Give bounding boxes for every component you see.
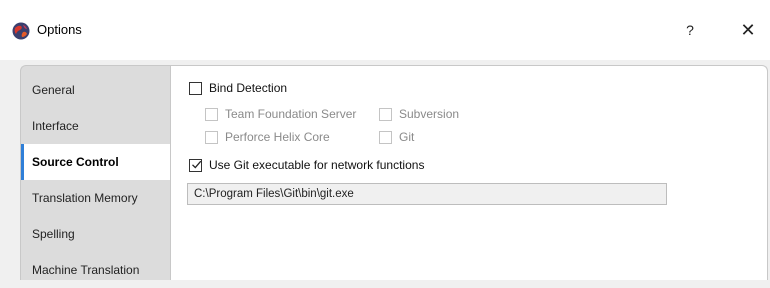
use-git-executable-label: Use Git executable for network functions [209, 158, 425, 172]
sidebar-item-spelling[interactable]: Spelling [21, 216, 171, 252]
checkmark-icon [192, 160, 202, 169]
perforce-label: Perforce Helix Core [225, 130, 330, 144]
sidebar-item-general[interactable]: General [21, 72, 171, 108]
sidebar-item-label: Interface [32, 119, 79, 133]
sidebar-item-translation-memory[interactable]: Translation Memory [21, 180, 171, 216]
sidebar-item-label: Source Control [32, 155, 119, 169]
tfs-label: Team Foundation Server [225, 107, 357, 121]
close-button[interactable]: ✕ [733, 17, 763, 43]
subversion-checkbox[interactable] [379, 108, 392, 121]
git-label: Git [399, 130, 415, 144]
sidebar-item-label: Spelling [32, 227, 75, 241]
sidebar-item-source-control[interactable]: Source Control [21, 144, 172, 180]
sidebar-item-label: General [32, 83, 75, 97]
git-checkbox[interactable] [379, 131, 392, 144]
tfs-checkbox[interactable] [205, 108, 218, 121]
app-globe-icon [12, 22, 30, 40]
title-bar: Options ? ✕ [0, 0, 770, 60]
bind-detection-label: Bind Detection [209, 81, 288, 95]
window-title: Options [37, 22, 82, 37]
subversion-label: Subversion [399, 107, 460, 121]
sidebar-item-interface[interactable]: Interface [21, 108, 171, 144]
use-git-executable-checkbox[interactable] [189, 159, 202, 172]
sidebar-item-machine-translation[interactable]: Machine Translation [21, 252, 171, 288]
perforce-checkbox[interactable] [205, 131, 218, 144]
source-control-panel: Bind Detection Team Foundation Server Su… [170, 65, 768, 280]
help-button[interactable]: ? [675, 17, 705, 43]
options-sidebar: General Interface Source Control Transla… [20, 65, 172, 280]
sidebar-item-label: Machine Translation [32, 263, 140, 277]
bind-detection-checkbox[interactable] [189, 82, 202, 95]
git-path-field[interactable]: C:\Program Files\Git\bin\git.exe [187, 183, 667, 205]
sidebar-item-label: Translation Memory [32, 191, 138, 205]
